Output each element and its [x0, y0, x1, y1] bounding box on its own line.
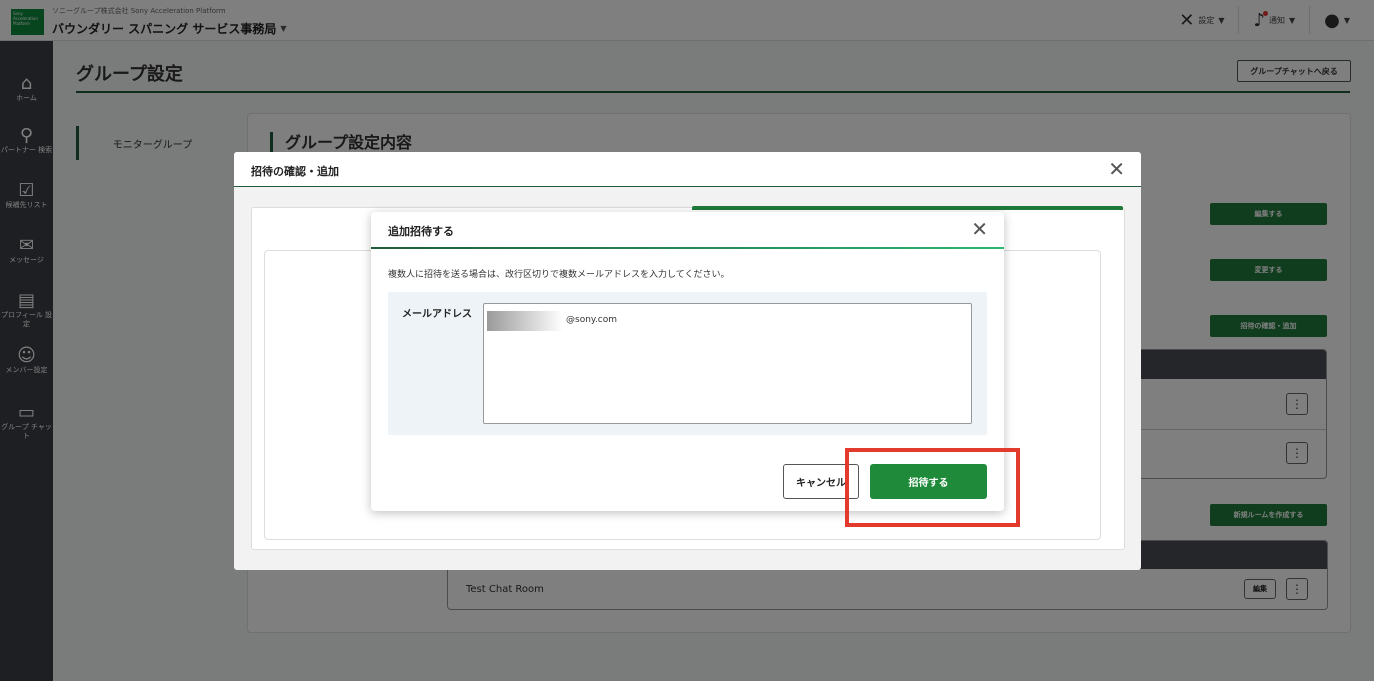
modal-title: 招待の確認・追加: [251, 165, 339, 178]
redacted-text: [487, 311, 563, 331]
close-icon[interactable]: ✕: [971, 218, 988, 240]
modal-title: 追加招待する: [388, 225, 454, 238]
email-textarea[interactable]: @sony.com: [483, 303, 972, 424]
close-icon[interactable]: ✕: [1108, 158, 1125, 180]
email-label: メールアドレス: [402, 309, 472, 320]
email-value: @sony.com: [566, 315, 618, 325]
tab-indicator: [692, 206, 1123, 210]
email-form: メールアドレス @sony.com: [388, 292, 987, 435]
instruction-text: 複数人に招待を送る場合は、改行区切りで複数メールアドレスを入力してください。: [388, 270, 730, 280]
highlight-box: [845, 448, 1020, 527]
modal-header: 追加招待する ✕: [371, 212, 1004, 248]
modal-header: 招待の確認・追加 ✕: [234, 152, 1141, 187]
header-divider: [371, 247, 1004, 249]
